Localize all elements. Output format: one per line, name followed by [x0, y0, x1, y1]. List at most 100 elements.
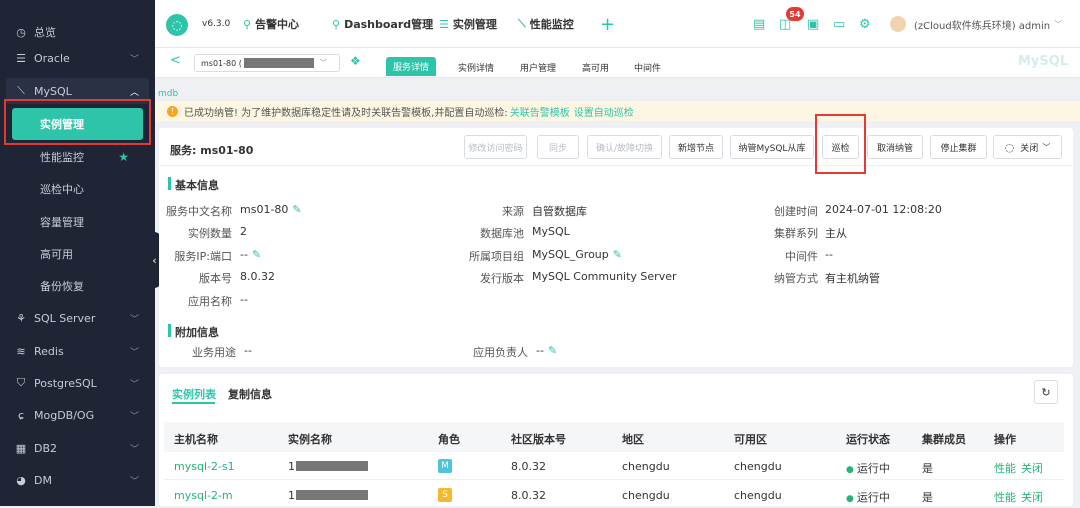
nav-dashboard[interactable]: ⚲ Dashboard管理: [332, 0, 433, 48]
sidebar-item-oracle[interactable]: ☰ Oracle ﹀: [0, 42, 155, 74]
power-icon: ◌: [1004, 140, 1015, 154]
tab-ha[interactable]: 高可用: [582, 61, 609, 74]
tab-service-detail[interactable]: 服务详情: [386, 57, 436, 76]
sidebar-item-inspection[interactable]: 巡检中心: [0, 173, 155, 205]
link-auto-inspect[interactable]: 设置自动巡检: [574, 104, 634, 119]
sync-button[interactable]: 同步: [537, 135, 579, 159]
value-text: MySQL_Group: [532, 248, 609, 261]
row-close-link[interactable]: 关闭: [1021, 460, 1043, 476]
sidebar-item-capacity[interactable]: 容量管理: [0, 206, 155, 238]
failover-button[interactable]: 确认/故障切换: [587, 135, 662, 159]
user-label: (zCloud软件练兵环境) admin: [914, 20, 1051, 32]
nav-instance-mgmt[interactable]: ☰ 实例管理: [439, 0, 497, 48]
back-button[interactable]: <: [170, 53, 181, 68]
label-project-group: 所属项目组: [469, 250, 524, 263]
row-host-link[interactable]: mysql-2-s1: [174, 460, 235, 473]
row-perf-link[interactable]: 性能: [994, 460, 1016, 476]
dm-icon: ◕: [16, 473, 26, 487]
notice-bar: ! 已成功纳管! 为了维护数据库稳定性请及时关联告警模板,并配置自动巡检: 关联…: [155, 101, 1080, 121]
section-extra-info: 附加信息: [175, 326, 219, 339]
gear-icon[interactable]: ⚙: [859, 0, 871, 48]
status-text: 运行中: [856, 491, 890, 504]
value-manage-mode: 有主机纳管: [825, 272, 880, 285]
row-instance: 1: [288, 489, 368, 502]
sidebar-item-backup[interactable]: 备份恢复: [0, 270, 155, 302]
manage-slave-button[interactable]: 纳管MySQL从库: [730, 135, 814, 159]
sidebar-item-db2[interactable]: ▦ DB2 ﹀: [0, 432, 155, 464]
chevron-down-icon: ﹀: [129, 347, 139, 358]
sidebar-item-ha[interactable]: 高可用: [0, 238, 155, 270]
chevron-down-icon: ﹀: [129, 476, 139, 487]
mysql-icon: ⟍: [17, 84, 25, 97]
row-perf-link[interactable]: 性能: [994, 489, 1016, 505]
row-instance: 1: [288, 460, 368, 473]
tab-middleware[interactable]: 中间件: [634, 61, 661, 74]
postgresql-icon: ⛉: [16, 376, 26, 389]
link-alert-template[interactable]: 关联告警模板: [510, 104, 570, 119]
sidebar-item-redis[interactable]: ≋ Redis ﹀: [0, 335, 155, 367]
sqlserver-icon: ⚘: [16, 311, 26, 325]
cancel-manage-button[interactable]: 取消纳管: [867, 135, 923, 159]
role-badge: M: [438, 459, 452, 473]
label-source: 来源: [502, 205, 524, 218]
value-version: 8.0.32: [240, 270, 275, 283]
edit-icon[interactable]: ✎: [548, 344, 557, 357]
th-region: 地区: [622, 433, 644, 446]
nav-perf-monitor[interactable]: ⟍ 性能监控: [518, 0, 574, 48]
screen-icon[interactable]: ▭: [833, 0, 845, 48]
edit-icon[interactable]: ✎: [613, 248, 622, 261]
value-source: 自管数据库: [532, 205, 587, 218]
sidebar-item-mogdb[interactable]: ɕ MogDB/OG ﹀: [0, 399, 155, 431]
chevron-down-icon: ﹀: [1054, 19, 1063, 29]
user-menu[interactable]: (zCloud软件练兵环境) admin ﹀: [914, 0, 1062, 48]
masked-text: [296, 490, 368, 500]
chevron-down-icon: ﹀: [1042, 142, 1051, 152]
row-close-link[interactable]: 关闭: [1021, 489, 1043, 505]
value-business-use: --: [244, 344, 252, 357]
stop-cluster-button[interactable]: 停止集群: [930, 135, 987, 159]
tab-instance-detail[interactable]: 实例详情: [458, 61, 494, 74]
row-host-link[interactable]: mysql-2-m: [174, 489, 233, 502]
sidebar-item-label: DB2: [34, 441, 58, 455]
value-app-owner: -- ✎: [536, 344, 557, 357]
label-db-pool: 数据库池: [480, 227, 524, 240]
nav-label: 性能监控: [529, 18, 574, 31]
avatar[interactable]: [890, 16, 906, 32]
sidebar-item-perf[interactable]: 性能监控 ★: [0, 141, 155, 173]
refresh-icon: ↻: [1041, 385, 1051, 399]
sidebar-item-sqlserver[interactable]: ⚘ SQL Server ﹀: [0, 302, 155, 334]
section-marker: [168, 177, 171, 190]
refresh-button[interactable]: ↻: [1034, 380, 1058, 404]
close-dropdown-button[interactable]: ◌ 关闭 ﹀: [993, 135, 1062, 159]
close-label: 关闭: [1020, 143, 1039, 154]
tab-replication-info[interactable]: 复制信息: [228, 386, 272, 402]
section-basic-info: 基本信息: [175, 179, 219, 192]
service-selector[interactable]: ms01-80 (﹀: [194, 54, 340, 72]
label-release: 发行版本: [480, 272, 524, 285]
add-tab-button[interactable]: +: [600, 0, 615, 48]
alert-icon: ⚲: [243, 17, 252, 31]
chevron-down-icon: ﹀: [129, 54, 139, 65]
warning-icon: !: [167, 105, 178, 117]
database-icon: ☰: [16, 51, 26, 65]
star-icon[interactable]: ★: [118, 150, 129, 164]
refresh-swap-icon[interactable]: ❖: [350, 54, 361, 68]
tab-user-mgmt[interactable]: 用户管理: [520, 61, 556, 74]
section-marker: [168, 324, 171, 337]
mysql-brand-label: MySQL: [1018, 54, 1069, 69]
task-icon[interactable]: ▣: [807, 0, 819, 48]
edit-icon[interactable]: ✎: [292, 203, 301, 216]
instance-icon: ☰: [439, 17, 449, 31]
breadcrumb[interactable]: mdb: [158, 89, 178, 99]
doc-icon[interactable]: ▤: [753, 0, 765, 48]
sidebar-item-dm[interactable]: ◕ DM ﹀: [0, 464, 155, 496]
nav-alert-center[interactable]: ⚲ 告警中心: [243, 0, 299, 48]
mogdb-icon: ɕ: [17, 408, 25, 422]
edit-icon[interactable]: ✎: [252, 248, 261, 261]
sidebar-item-postgresql[interactable]: ⛉ PostgreSQL ﹀: [0, 367, 155, 399]
add-node-button[interactable]: 新增节点: [669, 135, 723, 159]
change-password-button[interactable]: 修改访问密码: [464, 135, 527, 159]
sidebar-item-label: 高可用: [40, 248, 73, 261]
tab-instance-list[interactable]: 实例列表: [172, 386, 216, 402]
row-status: ● 运行中: [846, 489, 890, 505]
